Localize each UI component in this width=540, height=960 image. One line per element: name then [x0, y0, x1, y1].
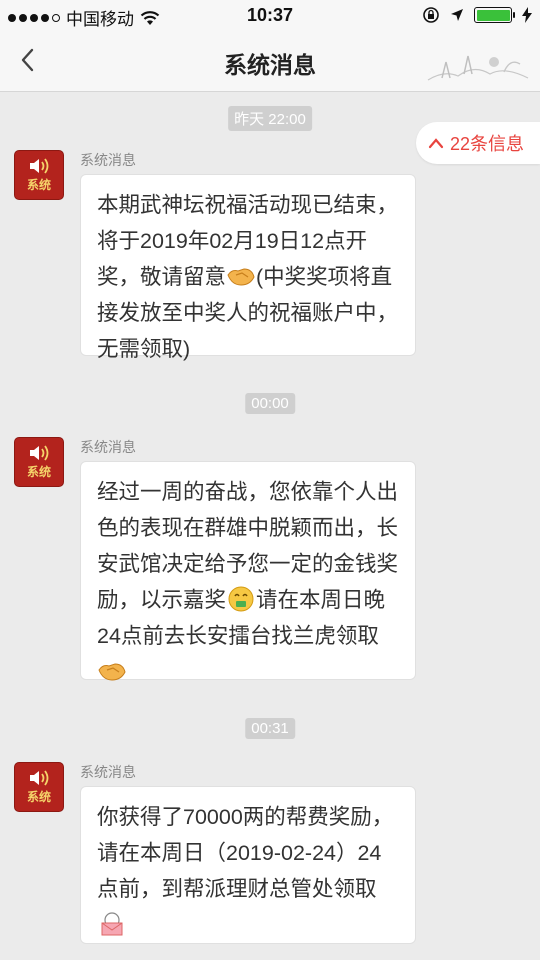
envelope-emoji-icon [101, 912, 123, 936]
message-bubble[interactable]: 你获得了70000两的帮费奖励，请在本周日（2019-02-24）24点前，到帮… [80, 786, 416, 944]
avatar-label: 系统 [26, 178, 51, 192]
money-mouth-emoji-icon [228, 586, 254, 612]
status-bar: 中国移动 10:37 [0, 0, 540, 32]
charging-bolt-icon [522, 7, 532, 23]
handshake-emoji-icon [227, 268, 255, 286]
avatar-label: 系统 [26, 790, 51, 804]
battery-icon [474, 7, 515, 23]
avatar-label: 系统 [26, 465, 51, 479]
system-avatar[interactable]: 系统 [14, 762, 64, 812]
speaker-icon [30, 445, 49, 461]
message-bubble[interactable]: 经过一周的奋战，您依靠个人出色的表现在群雄中脱颖而出，长安武馆决定给予您一定的金… [80, 461, 416, 681]
chevron-up-icon [428, 138, 444, 149]
sender-name: 系统消息 [80, 152, 136, 168]
message-bubble[interactable]: 本期武神坛祝福活动现已结束，将于2019年02月19日12点开奖，敬请留意 (中… [80, 174, 416, 361]
location-icon [451, 9, 463, 21]
system-avatar[interactable]: 系统 [14, 437, 64, 487]
unread-count-label: 22条信息 [450, 134, 525, 154]
ink-painting-decoration [427, 55, 529, 81]
rotation-lock-icon [423, 7, 439, 23]
timestamp-label: 昨天 22:00 [228, 106, 312, 131]
handshake-emoji-icon [98, 663, 126, 681]
message-text: 你获得了70000两的帮费奖励，请在本周日（2019-02-24）24点前，到帮… [97, 805, 394, 901]
unread-messages-button[interactable]: 22条信息 [416, 122, 540, 164]
system-avatar[interactable]: 系统 [14, 150, 64, 200]
timestamp-label: 00:00 [245, 393, 295, 414]
nav-bar: 系统消息 [0, 32, 540, 92]
sender-name: 系统消息 [80, 439, 136, 455]
timestamp-label: 00:31 [245, 718, 295, 739]
sender-name: 系统消息 [80, 764, 136, 780]
speaker-icon [30, 158, 49, 174]
speaker-icon [30, 770, 49, 786]
